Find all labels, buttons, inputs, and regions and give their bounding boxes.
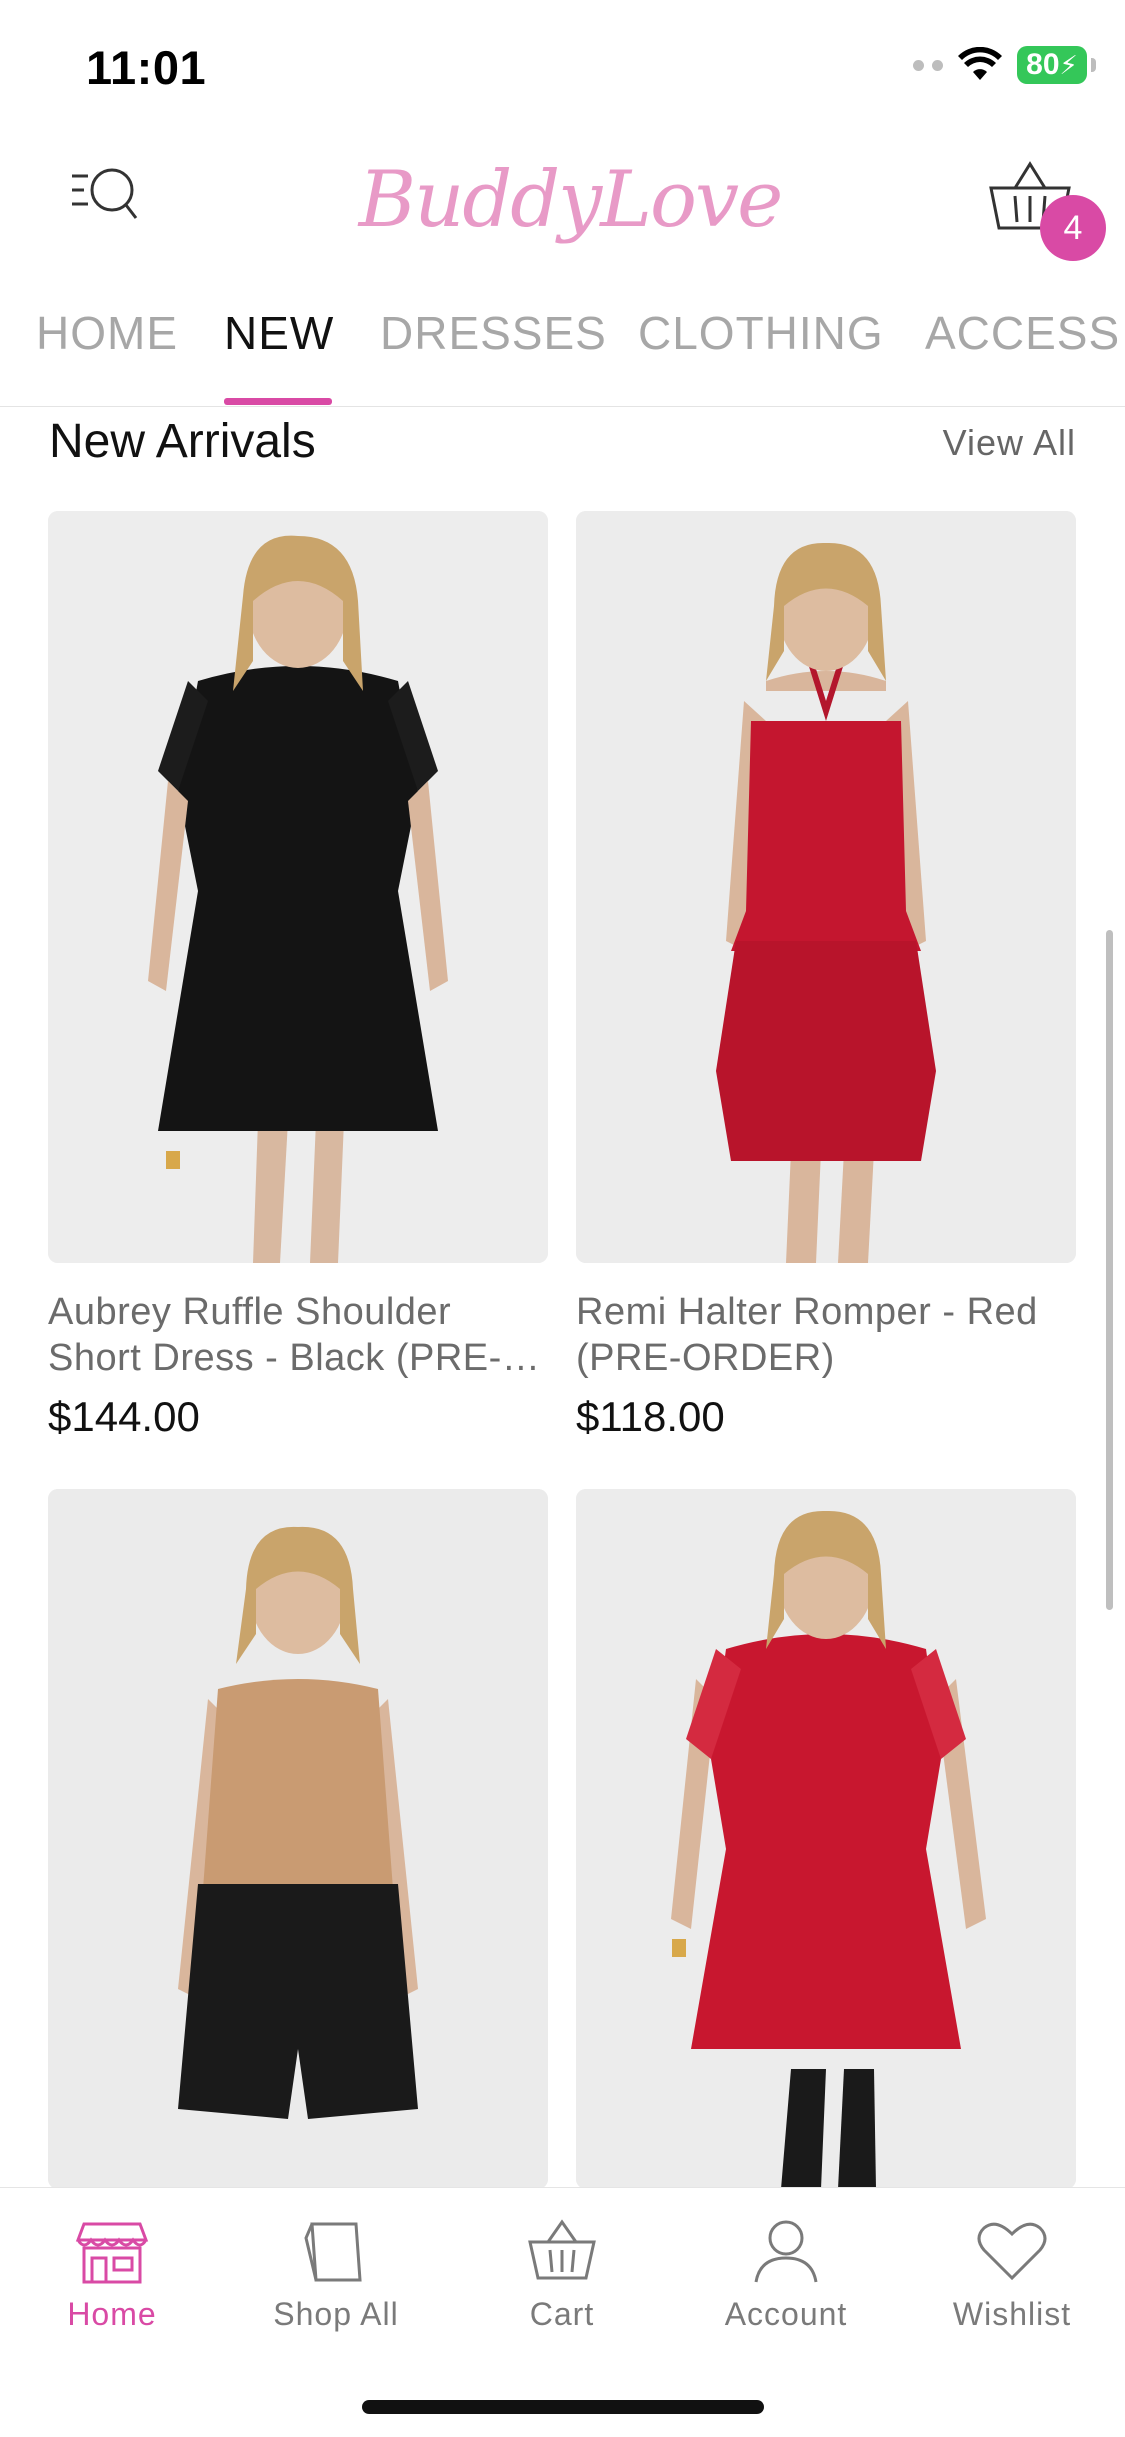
nav-account[interactable]: Account [686,2216,886,2333]
scrollbar[interactable] [1106,930,1113,1610]
product-name[interactable]: Aubrey Ruffle Shoulder Short Dress - Bla… [48,1289,548,1381]
app-header: BuddyLove 4 [0,130,1125,270]
person-icon [754,2220,818,2283]
product-card[interactable] [576,1489,1076,2189]
nav-shop-all-label: Shop All [273,2296,399,2332]
status-bar: 11:01 80 ⚡ [0,0,1125,130]
battery-level: 80 [1026,48,1060,81]
nav-account-label: Account [724,2296,848,2332]
product-image[interactable] [576,1489,1076,2189]
product-card[interactable] [48,1489,548,2189]
section-title: New Arrivals [49,415,316,468]
menu-search-icon[interactable] [70,166,146,230]
product-image[interactable] [48,511,548,1263]
nav-wishlist-label: Wishlist [952,2296,1072,2332]
status-icons: 80 ⚡ [913,46,1096,84]
product-price: $118.00 [576,1393,725,1440]
nav-shop-all[interactable]: Shop All [236,2216,436,2333]
nav-wishlist[interactable]: Wishlist [912,2216,1112,2333]
nav-home[interactable]: Home [12,2216,212,2333]
tab-accessories[interactable]: ACCESS [925,306,1120,360]
product-image[interactable] [48,1489,548,2189]
tab-dresses[interactable]: DRESSES [380,306,607,360]
nav-cart[interactable]: Cart [462,2216,662,2333]
basket-icon [528,2219,596,2280]
cart-count-badge[interactable]: 4 [1040,195,1106,261]
status-time: 11:01 [86,41,207,94]
view-all-link[interactable]: View All [943,422,1076,464]
home-indicator[interactable] [362,2400,764,2414]
battery-icon: 80 ⚡ [1017,46,1096,84]
signal-icon [913,59,943,71]
tab-home[interactable]: HOME [36,306,178,360]
wifi-icon [958,47,1002,80]
storefront-icon [75,2222,149,2284]
shopping-bag-icon [304,2222,362,2282]
nav-cart-label: Cart [529,2296,595,2332]
product-card[interactable]: Aubrey Ruffle Shoulder Short Dress - Bla… [48,511,548,1441]
nav-home-label: Home [67,2296,157,2332]
product-name[interactable]: Remi Halter Romper - Red (PRE-ORDER) [576,1289,1076,1381]
heart-icon [977,2222,1047,2281]
active-tab-indicator [224,398,332,405]
tab-new[interactable]: NEW [224,306,334,360]
brand-logo[interactable]: BuddyLove [359,130,783,270]
category-tabs: HOME NEW DRESSES CLOTHING ACCESS [0,290,1125,407]
product-card[interactable]: Remi Halter Romper - Red (PRE-ORDER) $11… [576,511,1076,1441]
tab-clothing[interactable]: CLOTHING [638,306,884,360]
product-price: $144.00 [48,1393,200,1440]
product-image[interactable] [576,511,1076,1263]
